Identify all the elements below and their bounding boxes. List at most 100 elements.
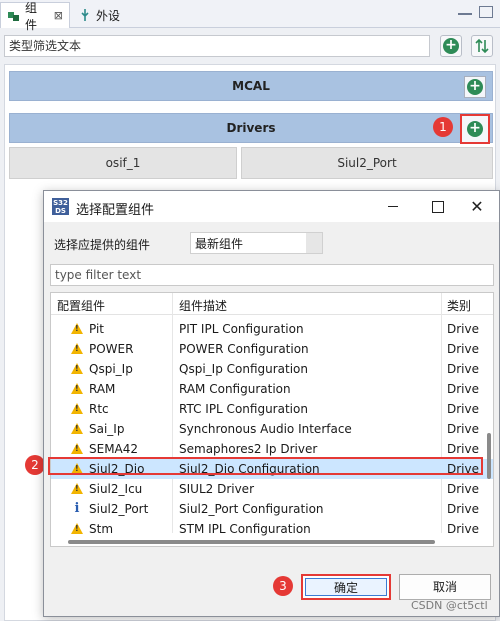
row-category: Drive bbox=[447, 382, 479, 396]
provider-select[interactable]: 最新组件 bbox=[190, 232, 323, 254]
warning-icon bbox=[71, 383, 83, 394]
info-icon: i bbox=[74, 501, 80, 516]
step-badge-3: 3 bbox=[273, 576, 293, 596]
table-row[interactable]: Pit PIT IPL Configuration Drive bbox=[51, 319, 493, 339]
cancel-button[interactable]: 取消 bbox=[399, 574, 491, 600]
row-category: Drive bbox=[447, 362, 479, 376]
step-badge-2: 2 bbox=[25, 455, 45, 475]
table-row-selected[interactable]: Siul2_Dio Siul2_Dio Configuration Drive bbox=[51, 459, 493, 479]
section-mcal-label: MCAL bbox=[232, 79, 270, 93]
view-tab-bar: 组件 ⊠ 外设 bbox=[0, 0, 500, 32]
warning-icon bbox=[71, 323, 83, 334]
row-name: RAM bbox=[89, 382, 116, 396]
row-category: Drive bbox=[447, 342, 479, 356]
horizontal-scrollbar[interactable] bbox=[68, 540, 435, 544]
ok-button-label: 确定 bbox=[305, 578, 387, 596]
s32ds-app-icon: S32 DS bbox=[52, 198, 69, 215]
component-icon bbox=[7, 9, 21, 23]
row-description: RAM Configuration bbox=[179, 382, 291, 396]
table-row[interactable]: Siul2_Icu SIUL2 Driver Drive bbox=[51, 479, 493, 499]
warning-icon bbox=[71, 403, 83, 414]
warning-icon bbox=[71, 523, 83, 534]
close-icon[interactable]: ⊠ bbox=[54, 9, 63, 22]
row-category: Drive bbox=[447, 402, 479, 416]
dialog-filter-input[interactable] bbox=[50, 264, 494, 286]
row-name: Siul2_Dio bbox=[89, 462, 145, 476]
row-description: Synchronous Audio Interface bbox=[179, 422, 352, 436]
tab-components[interactable]: 组件 ⊠ bbox=[0, 1, 70, 32]
select-component-dialog: S32DS 选择配置组件 ✕ 选择应提供的组件 最新组件 配置组件 组件描述 类… bbox=[43, 190, 500, 617]
provider-select-value: 最新组件 bbox=[195, 236, 244, 251]
view-filter-row: + bbox=[0, 35, 500, 59]
table-header: 配置组件 组件描述 类别 bbox=[51, 293, 493, 315]
row-description: Siul2_Port Configuration bbox=[179, 502, 324, 516]
row-name: SEMA42 bbox=[89, 442, 139, 456]
provider-label: 选择应提供的组件 bbox=[54, 238, 151, 252]
table-row[interactable]: POWER POWER Configuration Drive bbox=[51, 339, 493, 359]
row-name: POWER bbox=[89, 342, 134, 356]
component-siul2-port[interactable]: Siul2_Port bbox=[241, 147, 493, 179]
sort-icon bbox=[475, 38, 489, 54]
row-category: Drive bbox=[447, 422, 479, 436]
minimize-view-icon[interactable] bbox=[458, 6, 472, 15]
warning-icon bbox=[71, 363, 83, 374]
warning-icon bbox=[71, 343, 83, 354]
warning-icon bbox=[71, 443, 83, 454]
ok-button[interactable]: 确定 bbox=[301, 574, 391, 600]
row-description: Qspi_Ip Configuration bbox=[179, 362, 308, 376]
tab-components-label: 组件 bbox=[25, 0, 38, 32]
row-name: Sai_Ip bbox=[89, 422, 125, 436]
table-row[interactable]: Rtc RTC IPL Configuration Drive bbox=[51, 399, 493, 419]
row-category: Drive bbox=[447, 462, 479, 476]
type-filter-input[interactable] bbox=[4, 35, 430, 57]
table-row[interactable]: Sai_Ip Synchronous Audio Interface Drive bbox=[51, 419, 493, 439]
warning-icon bbox=[71, 463, 83, 474]
row-description: Siul2_Dio Configuration bbox=[179, 462, 320, 476]
row-name: Qspi_Ip bbox=[89, 362, 133, 376]
row-name: Siul2_Icu bbox=[89, 482, 143, 496]
row-category: Drive bbox=[447, 442, 479, 456]
warning-icon bbox=[71, 423, 83, 434]
component-table: 配置组件 组件描述 类别 Pit PIT IPL Configuration D… bbox=[50, 292, 494, 547]
step-badge-1: 1 bbox=[433, 117, 453, 137]
row-name: Pit bbox=[89, 322, 105, 336]
column-header-component[interactable]: 配置组件 bbox=[57, 297, 105, 314]
plus-circle-icon: + bbox=[467, 121, 483, 137]
table-row[interactable]: SEMA42 Semaphores2 Ip Driver Drive bbox=[51, 439, 493, 459]
table-row[interactable]: Stm STM IPL Configuration Drive bbox=[51, 519, 493, 539]
table-row[interactable]: i Siul2_Port Siul2_Port Configuration Dr… bbox=[51, 499, 493, 519]
dialog-minimize-button[interactable] bbox=[371, 191, 415, 222]
maximize-view-icon[interactable] bbox=[479, 6, 493, 18]
column-header-description[interactable]: 组件描述 bbox=[179, 297, 227, 314]
row-name: Stm bbox=[89, 522, 114, 536]
table-row[interactable]: Qspi_Ip Qspi_Ip Configuration Drive bbox=[51, 359, 493, 379]
component-osif[interactable]: osif_1 bbox=[9, 147, 237, 179]
row-description: Semaphores2 Ip Driver bbox=[179, 442, 318, 456]
section-mcal[interactable]: MCAL + bbox=[9, 71, 493, 101]
sort-button[interactable] bbox=[471, 35, 493, 57]
vertical-scrollbar[interactable] bbox=[487, 433, 491, 479]
add-mcal-button[interactable]: + bbox=[464, 76, 486, 98]
add-component-button[interactable]: + bbox=[440, 35, 462, 57]
app-root: 组件 ⊠ 外设 + MCAL + bbox=[0, 0, 500, 621]
row-description: SIUL2 Driver bbox=[179, 482, 254, 496]
row-category: Drive bbox=[447, 322, 479, 336]
watermark: CSDN @ct5ctl bbox=[411, 599, 488, 612]
row-category: Drive bbox=[447, 502, 479, 516]
table-row[interactable]: RAM RAM Configuration Drive bbox=[51, 379, 493, 399]
dialog-maximize-button[interactable] bbox=[415, 191, 459, 222]
row-description: STM IPL Configuration bbox=[179, 522, 311, 536]
row-category: Drive bbox=[447, 522, 479, 536]
row-name: Rtc bbox=[89, 402, 109, 416]
column-header-category[interactable]: 类别 bbox=[447, 297, 471, 314]
row-description: RTC IPL Configuration bbox=[179, 402, 308, 416]
plus-circle-icon: + bbox=[467, 79, 483, 95]
dialog-close-button[interactable]: ✕ bbox=[455, 191, 499, 222]
usb-icon bbox=[78, 8, 92, 22]
tab-peripherals[interactable]: 外设 bbox=[72, 2, 132, 28]
add-driver-button[interactable]: + bbox=[460, 114, 490, 144]
warning-icon bbox=[71, 483, 83, 494]
dropdown-arrow-icon bbox=[306, 233, 322, 253]
row-description: PIT IPL Configuration bbox=[179, 322, 304, 336]
section-drivers[interactable]: Drivers + bbox=[9, 113, 493, 144]
